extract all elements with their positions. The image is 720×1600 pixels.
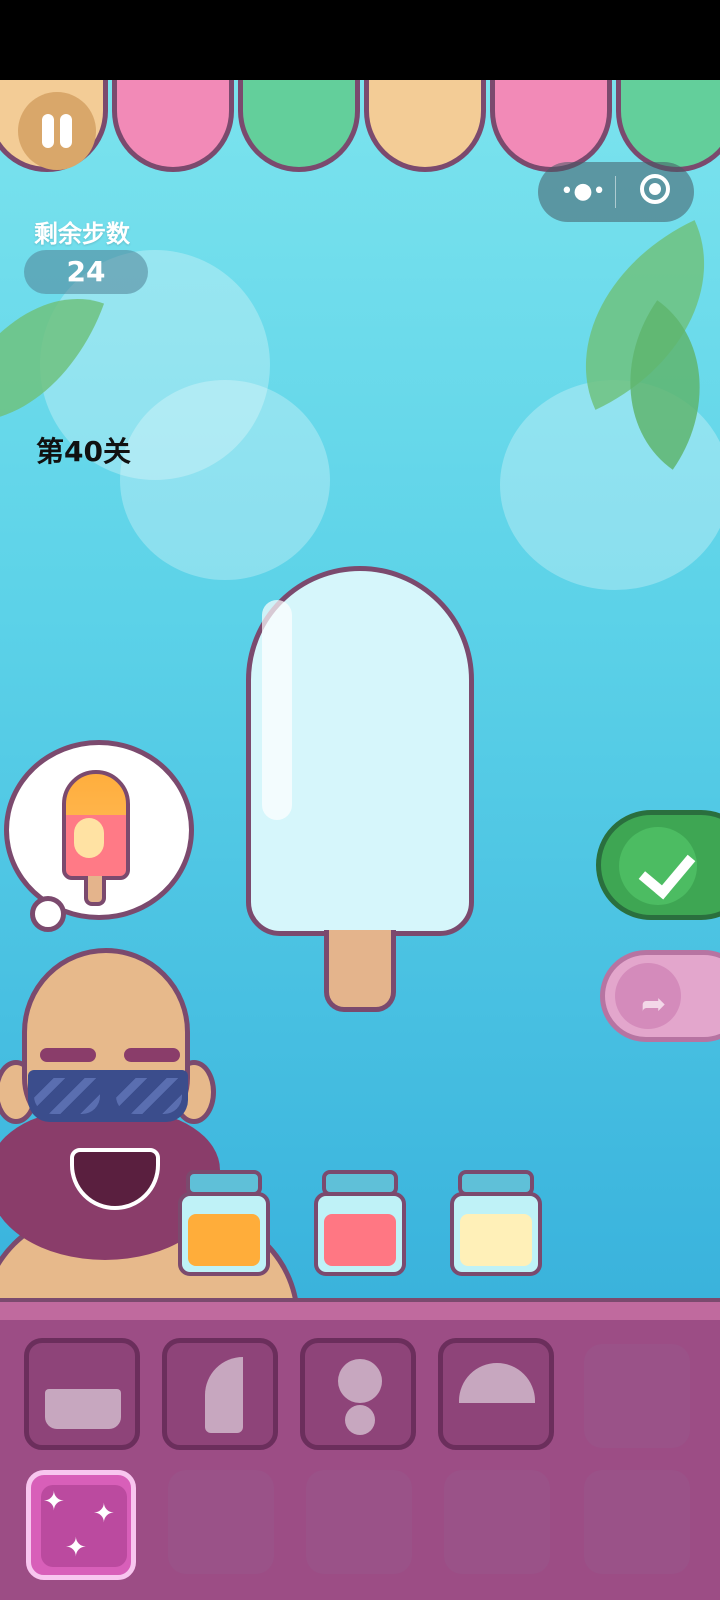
more-dots-icon[interactable]: •●•: [560, 176, 606, 208]
mold-slot-bottom-rect[interactable]: [24, 1338, 140, 1450]
popsicle-shine: [262, 600, 292, 820]
pause-button[interactable]: [18, 92, 96, 170]
tool-tray: ✦ ✦ ✦: [0, 1320, 720, 1600]
redo-button-inner: ➦: [615, 963, 681, 1029]
magic-tool-button[interactable]: ✦ ✦ ✦: [26, 1470, 136, 1580]
cream-jar[interactable]: [450, 1170, 542, 1276]
steps-remaining-label: 剩余步数: [34, 220, 130, 248]
mold-slot-semicircle[interactable]: [438, 1338, 554, 1450]
game-scene: •●• 剩余步数 24 第40关 ➦ ✦ ✦ ✦: [0, 80, 720, 1600]
half-capsule-mold-icon: [205, 1357, 243, 1433]
jar-glass: [450, 1192, 542, 1276]
mold-slot-double-circle[interactable]: [300, 1338, 416, 1450]
bottom-rect-mold-icon: [45, 1389, 121, 1429]
awning-scallop: [616, 80, 720, 172]
cream-flavor-fill: [460, 1214, 532, 1266]
customer-eyebrow: [40, 1048, 96, 1062]
target-close-icon[interactable]: [640, 174, 670, 204]
tray-edge: [0, 1298, 720, 1320]
jar-lid: [322, 1170, 398, 1196]
awning-scallop: [112, 80, 234, 172]
orange-jar[interactable]: [178, 1170, 270, 1276]
jar-glass: [314, 1192, 406, 1276]
empty-slot: [306, 1470, 412, 1574]
target-popsicle-stick: [84, 876, 106, 906]
redo-button[interactable]: ➦: [600, 950, 720, 1042]
sunglasses: [28, 1070, 188, 1122]
empty-slot: [584, 1470, 690, 1574]
checkmark-icon: [638, 840, 696, 900]
jar-glass: [178, 1192, 270, 1276]
redo-arrow-icon: ➦: [641, 987, 667, 1022]
orange-flavor-fill: [188, 1214, 260, 1266]
double-circle-mold-icon: [338, 1359, 382, 1403]
jar-lid: [186, 1170, 262, 1196]
double-circle-mold-icon-small: [345, 1405, 375, 1435]
level-title: 第40关: [36, 435, 131, 468]
target-popsicle: [62, 770, 130, 880]
thought-bubble-tail: [30, 896, 66, 932]
empty-slot: [444, 1470, 550, 1574]
cloud-decoration: [120, 380, 330, 580]
steps-remaining-counter: 24: [24, 250, 148, 294]
capsule-divider: [615, 176, 616, 208]
semicircle-mold-icon: [459, 1363, 535, 1403]
confirm-button[interactable]: [596, 810, 720, 920]
awning-scallop: [364, 80, 486, 172]
sunglasses-lens: [116, 1078, 182, 1114]
pink-jar[interactable]: [314, 1170, 406, 1276]
empty-slot: [168, 1470, 274, 1574]
target-popsicle-cream: [74, 818, 104, 858]
mold-slot-half-capsule[interactable]: [162, 1338, 278, 1450]
confirm-button-inner: [619, 827, 697, 905]
awning-scallop: [238, 80, 360, 172]
mini-program-capsule: •●•: [538, 162, 694, 222]
sunglasses-lens: [34, 1078, 100, 1114]
pink-flavor-fill: [324, 1214, 396, 1266]
popsicle-stick: [324, 930, 396, 1012]
customer-eyebrow: [124, 1048, 180, 1062]
awning-scallop: [490, 80, 612, 172]
empty-slot: [584, 1344, 690, 1448]
jar-lid: [458, 1170, 534, 1196]
